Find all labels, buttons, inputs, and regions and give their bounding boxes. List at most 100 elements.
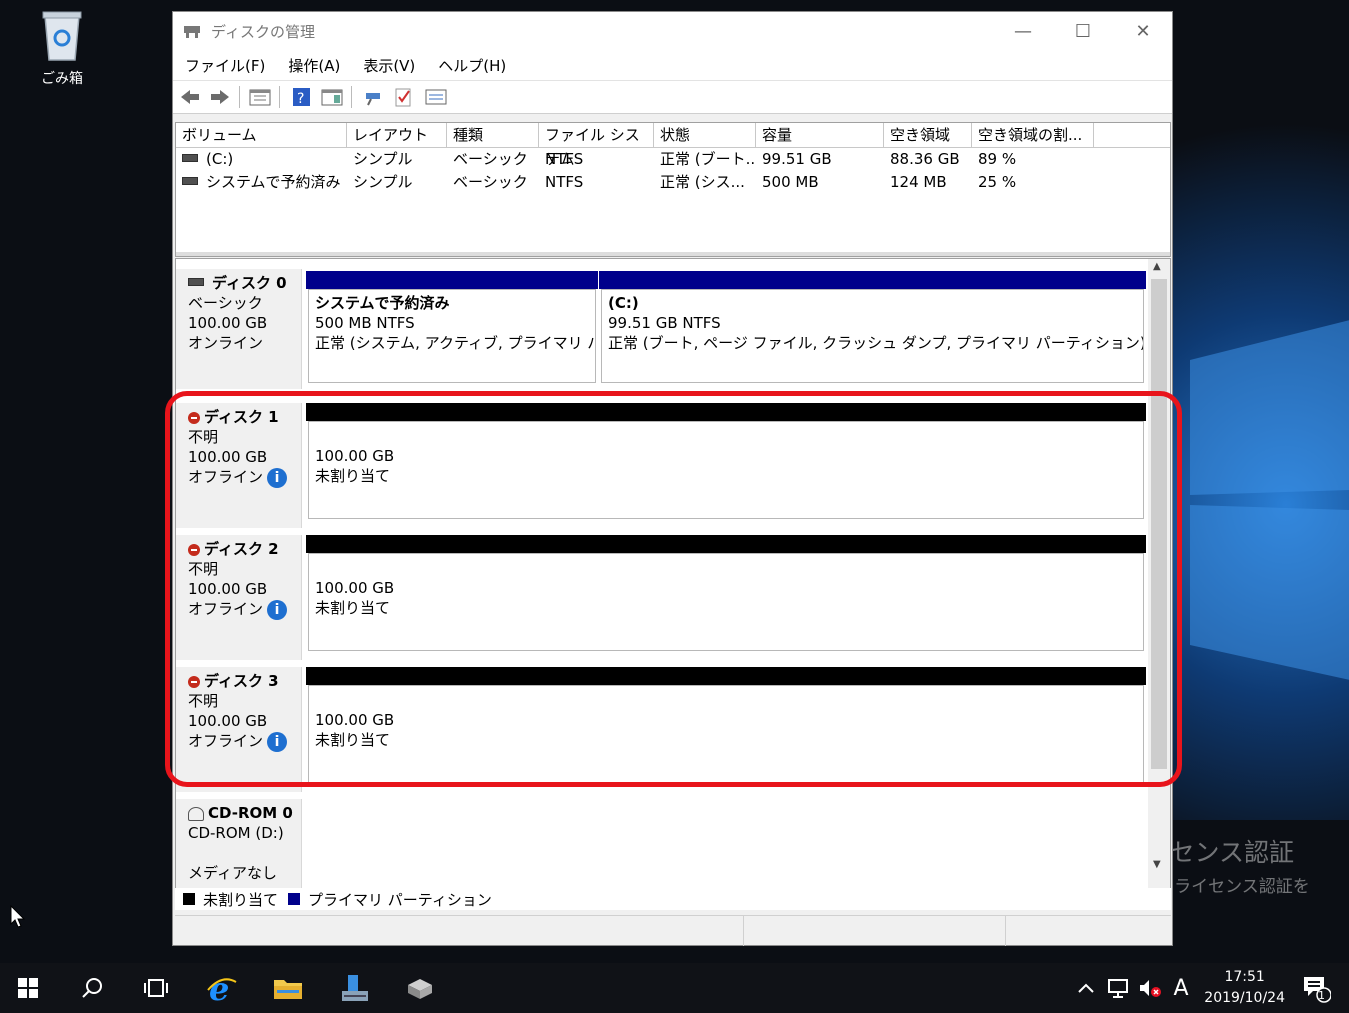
disk-0-label[interactable]: ディスク 0 ベーシック 100.00 GB オンライン bbox=[176, 269, 302, 389]
menu-view[interactable]: 表示(V) bbox=[363, 55, 415, 76]
partition-unallocated[interactable]: 100.00 GB 未割り当て bbox=[306, 403, 1146, 527]
column-filesystem[interactable]: ファイル システム bbox=[539, 123, 654, 168]
file-explorer-button[interactable] bbox=[260, 963, 316, 1013]
unallocated-bar bbox=[306, 535, 1146, 553]
horizontal-scrollbar[interactable] bbox=[176, 252, 1170, 256]
primary-partition-bar bbox=[306, 271, 598, 289]
disk-size: 100.00 GB bbox=[188, 314, 268, 332]
menu-help[interactable]: ヘルプ(H) bbox=[438, 55, 506, 76]
back-arrow-icon[interactable] bbox=[179, 87, 201, 107]
partition-unallocated[interactable]: 100.00 GB 未割り当て bbox=[306, 667, 1146, 791]
windows-start-icon bbox=[18, 978, 38, 998]
column-percent-free[interactable]: 空き領域の割... bbox=[972, 123, 1094, 147]
volume-cell-name: システムで予約済み bbox=[176, 171, 347, 194]
column-layout[interactable]: レイアウト bbox=[347, 123, 447, 147]
cdrom-media: メディアなし bbox=[188, 864, 277, 882]
search-icon bbox=[82, 978, 102, 998]
internet-explorer-button[interactable]: e bbox=[194, 963, 250, 1013]
close-button[interactable]: ✕ bbox=[1113, 12, 1173, 50]
column-status[interactable]: 状態 bbox=[654, 123, 756, 147]
legend-unallocated: 未割り当て bbox=[203, 890, 279, 909]
settings-list-icon[interactable] bbox=[425, 87, 447, 107]
volume-row[interactable]: システムで予約済み シンプル ベーシック NTFS 正常 (シス... 500 … bbox=[176, 171, 1170, 194]
column-free-space[interactable]: 空き領域 bbox=[884, 123, 972, 147]
disk-management-taskbar-button[interactable] bbox=[392, 963, 448, 1013]
volume-muted-icon[interactable] bbox=[1136, 963, 1164, 1013]
disk-3-label[interactable]: ディスク 3 不明 100.00 GB オフライン i bbox=[176, 667, 302, 792]
disk-management-icon bbox=[408, 979, 432, 999]
clock-time: 17:51 bbox=[1224, 969, 1265, 985]
task-view-button[interactable] bbox=[128, 963, 184, 1013]
volume-icon bbox=[182, 153, 198, 162]
cdrom-name: CD-ROM 0 bbox=[208, 804, 293, 822]
vertical-scrollbar[interactable]: ▲ ▼ bbox=[1148, 259, 1170, 908]
status-section bbox=[175, 916, 744, 946]
disk-1-label[interactable]: ディスク 1 不明 100.00 GB オフライン i bbox=[176, 403, 302, 528]
minimize-button[interactable]: — bbox=[993, 12, 1053, 50]
network-icon[interactable] bbox=[1104, 963, 1132, 1013]
column-type[interactable]: 種類 bbox=[447, 123, 539, 147]
disk-type: 不明 bbox=[188, 428, 219, 446]
action-center-button[interactable]: 1 bbox=[1296, 963, 1336, 1013]
checklist-icon[interactable] bbox=[393, 87, 415, 107]
scrollbar-thumb[interactable] bbox=[1151, 279, 1167, 769]
connect-icon[interactable] bbox=[363, 87, 385, 107]
offline-disk-icon bbox=[188, 543, 200, 556]
forward-arrow-icon[interactable] bbox=[209, 87, 231, 107]
offline-disk-icon bbox=[188, 675, 200, 688]
volume-cell-filesystem: NTFS bbox=[545, 150, 584, 168]
cdrom-icon bbox=[188, 806, 204, 821]
partition-status: 正常 (ブート, ページ ファイル, クラッシュ ダンプ, プライマリ パーティ… bbox=[608, 334, 1143, 352]
cdrom-label[interactable]: CD-ROM 0 CD-ROM (D:) メディアなし bbox=[176, 799, 302, 899]
recycle-bin-label: ごみ箱 bbox=[41, 71, 83, 87]
disk-type: ベーシック bbox=[188, 294, 263, 312]
offline-disk-icon bbox=[188, 411, 200, 424]
title-bar[interactable]: ディスクの管理 — ☐ ✕ bbox=[173, 12, 1172, 50]
partition-c-drive[interactable]: (C:) 99.51 GB NTFS 正常 (ブート, ページ ファイル, クラ… bbox=[599, 271, 1146, 387]
system-clock[interactable]: 17:51 2019/10/24 bbox=[1204, 967, 1285, 1009]
unallocated-swatch bbox=[183, 893, 195, 905]
properties-pane-icon[interactable] bbox=[321, 87, 343, 107]
partition-unallocated[interactable]: 100.00 GB 未割り当て bbox=[306, 535, 1146, 659]
partition-system-reserved[interactable]: システムで予約済み 500 MB NTFS 正常 (システム, アクティブ, プ… bbox=[306, 271, 598, 387]
notification-icon bbox=[1304, 977, 1331, 1003]
column-capacity[interactable]: 容量 bbox=[756, 123, 884, 147]
partition-size: 500 MB NTFS bbox=[315, 314, 415, 332]
maximize-button[interactable]: ☐ bbox=[1053, 12, 1113, 50]
scroll-up-icon[interactable]: ▲ bbox=[1153, 261, 1161, 272]
partition-size: 100.00 GB bbox=[315, 711, 395, 729]
toolbar-separator bbox=[239, 86, 240, 108]
volume-cell-status: 正常 (シス... bbox=[660, 173, 745, 191]
internet-explorer-icon: e bbox=[207, 972, 237, 1004]
server-manager-button[interactable] bbox=[326, 963, 382, 1013]
volume-list: ボリューム レイアウト 種類 ファイル システム 状態 容量 空き領域 空き領域… bbox=[175, 122, 1171, 257]
scroll-down-icon[interactable]: ▼ bbox=[1153, 859, 1161, 870]
volume-row[interactable]: (C:) シンプル ベーシック NTFS 正常 (ブート... 99.51 GB… bbox=[176, 148, 1170, 171]
volume-list-header: ボリューム レイアウト 種類 ファイル システム 状態 容量 空き領域 空き領域… bbox=[176, 123, 1170, 168]
show-hidden-icons-chevron-icon[interactable] bbox=[1074, 963, 1098, 1013]
info-icon[interactable]: i bbox=[267, 467, 288, 488]
status-bar bbox=[175, 915, 1171, 946]
legend-primary: プライマリ パーティション bbox=[308, 890, 492, 909]
volume-cell-capacity: 500 MB bbox=[762, 173, 819, 191]
search-button[interactable] bbox=[64, 963, 120, 1013]
volume-cell-free: 88.36 GB bbox=[890, 150, 960, 168]
menu-file[interactable]: ファイル(F) bbox=[185, 55, 265, 76]
disk-name: ディスク 2 bbox=[204, 540, 279, 558]
menu-action[interactable]: 操作(A) bbox=[288, 55, 340, 76]
help-icon[interactable]: ? bbox=[291, 87, 313, 107]
console-tree-icon[interactable] bbox=[249, 87, 271, 107]
disk-2-label[interactable]: ディスク 2 不明 100.00 GB オフライン i bbox=[176, 535, 302, 660]
recycle-bin[interactable]: ごみ箱 bbox=[22, 8, 102, 88]
volume-cell-percent: 89 % bbox=[978, 150, 1017, 168]
disk-management-window: ディスクの管理 — ☐ ✕ ファイル(F) 操作(A) 表示(V) ヘルプ(H)… bbox=[172, 11, 1173, 946]
start-button[interactable] bbox=[0, 963, 56, 1013]
partition-status: 未割り当て bbox=[315, 599, 391, 617]
info-icon[interactable]: i bbox=[267, 731, 288, 752]
info-icon[interactable]: i bbox=[267, 599, 288, 620]
clock-date: 2019/10/24 bbox=[1204, 990, 1285, 1006]
partition-status: 正常 (システム, アクティブ, プライマリ パーティ: bbox=[315, 334, 595, 352]
volume-cell-type: ベーシック bbox=[453, 150, 528, 168]
column-volume[interactable]: ボリューム bbox=[176, 123, 347, 147]
ime-indicator[interactable]: A bbox=[1168, 963, 1194, 1013]
